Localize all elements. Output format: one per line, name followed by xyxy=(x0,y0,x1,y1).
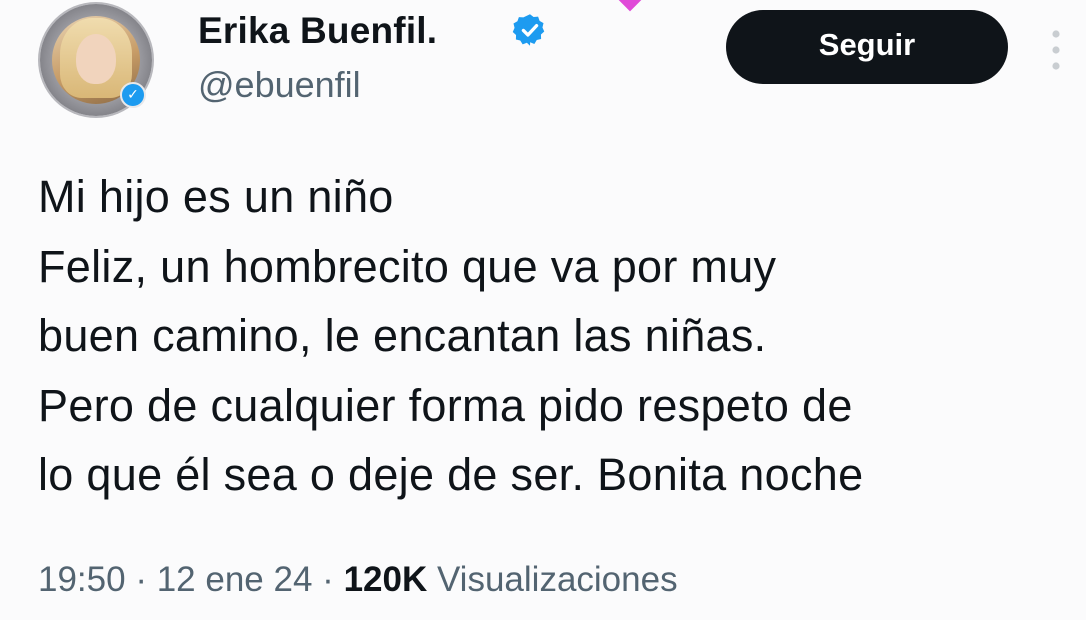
views-count: 120K xyxy=(343,560,428,599)
tweet-date[interactable]: 12 ene 24 xyxy=(157,560,313,599)
username[interactable]: @ebuenfil xyxy=(198,64,361,106)
tweet-line: Feliz, un hombrecito que va por muy xyxy=(38,240,777,292)
display-name[interactable]: Erika Buenfil. xyxy=(198,10,437,52)
corner-decoration xyxy=(618,0,642,12)
tweet-text: Mi hijo es un niño Feliz, un hombrecito … xyxy=(38,162,1078,510)
verified-badge-icon xyxy=(512,14,545,46)
avatar-face xyxy=(76,34,116,84)
tweet-line: buen camino, le encantan las niñas. xyxy=(38,310,767,361)
views-label: Visualizaciones xyxy=(436,560,678,599)
meta-separator: · xyxy=(135,560,147,599)
tweet-line: Mi hijo es un niño xyxy=(38,171,394,222)
tweet-line: Pero de cualquier forma pido respeto de xyxy=(38,379,853,431)
meta-separator: · xyxy=(322,560,334,599)
tweet-time[interactable]: 19:50 xyxy=(38,560,126,599)
more-vertical-icon[interactable] xyxy=(1048,28,1064,72)
follow-button[interactable]: Seguir xyxy=(726,10,1008,84)
tweet-line: lo que él sea o deje de ser. Bonita noch… xyxy=(38,449,864,500)
avatar[interactable]: ✓ xyxy=(40,4,152,116)
tweet-meta: 19:50 · 12 ene 24 · 120K Visualizaciones xyxy=(38,560,678,600)
avatar-badge-icon: ✓ xyxy=(120,82,146,108)
